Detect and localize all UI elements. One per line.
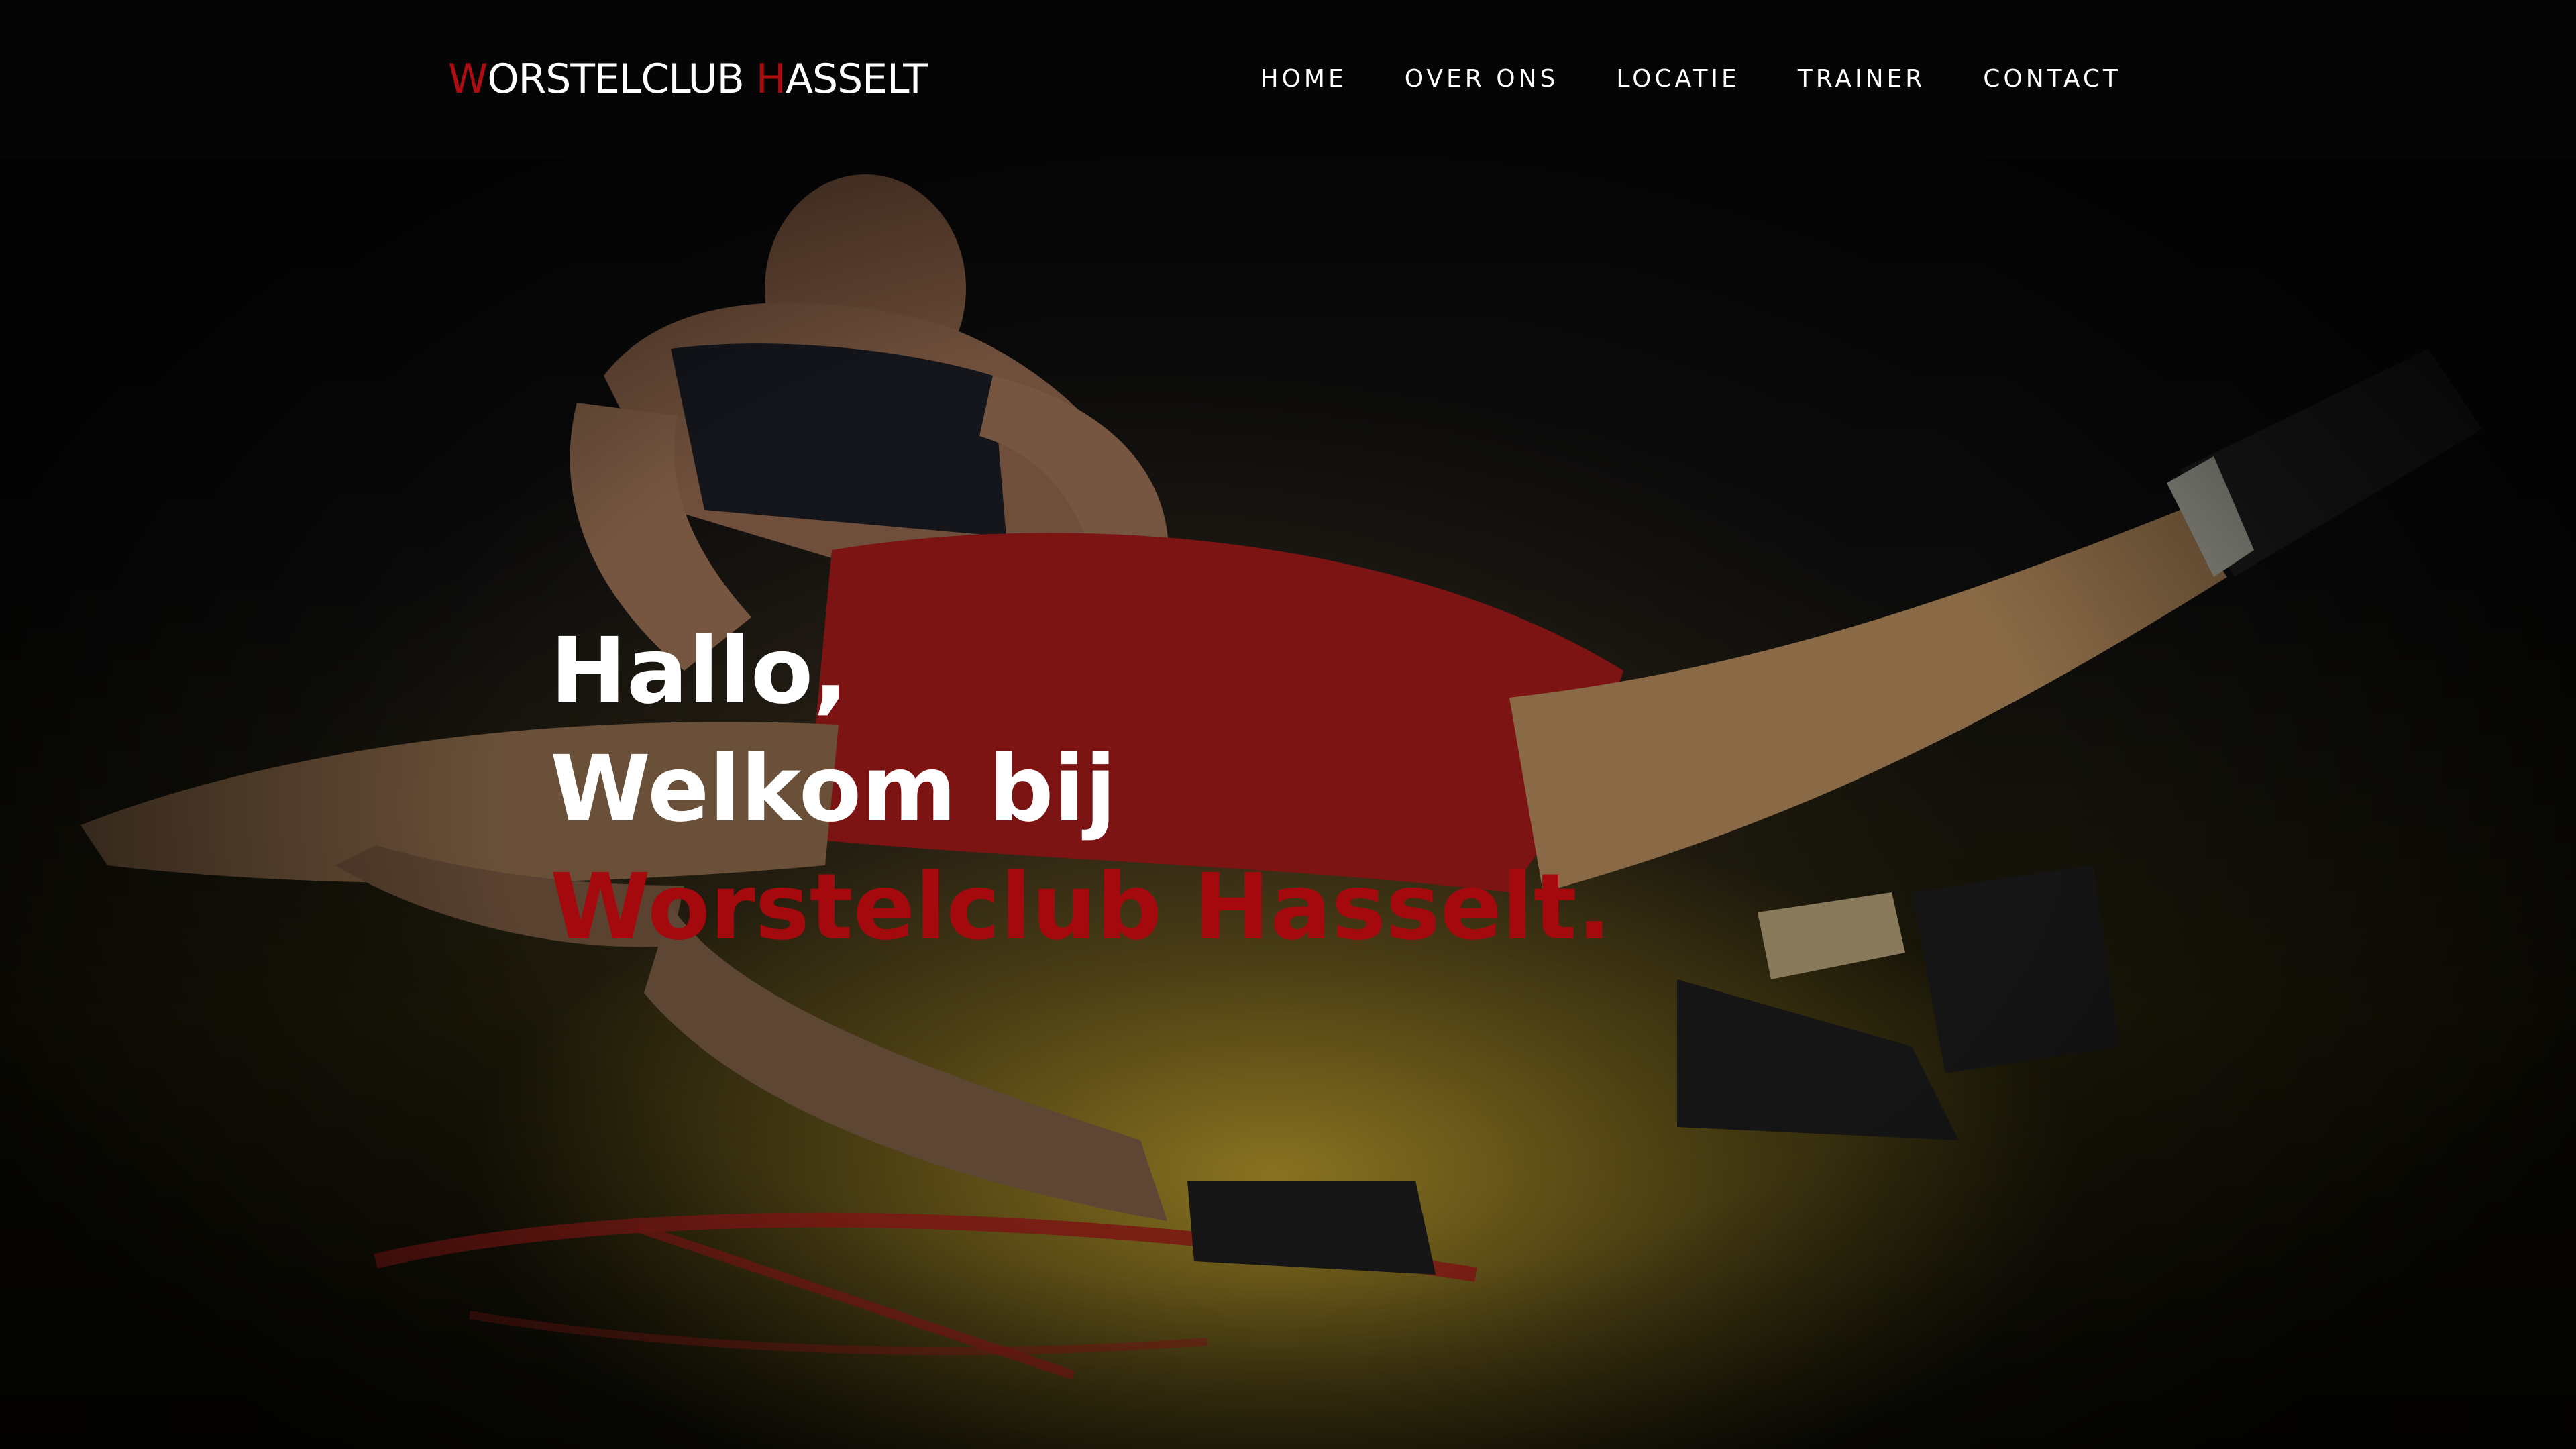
hero-line-club-name: Worstelclub Hasselt. <box>550 855 1612 961</box>
nav-link-contact[interactable]: CONTACT <box>1983 60 2121 98</box>
top-navbar: WORSTELCLUB HASSELT HOME OVER ONS LOCATI… <box>0 0 2576 158</box>
hero-headline: Hallo, Welkom bij Worstelclub Hasselt. <box>550 612 1611 967</box>
nav-link-over-ons[interactable]: OVER ONS <box>1405 60 1559 98</box>
hero-line-welcome: Welkom bij <box>550 737 1116 843</box>
logo-text-hasselt: ASSELT <box>785 56 928 103</box>
nav-link-locatie[interactable]: LOCATIE <box>1616 60 1739 98</box>
nav-link-home[interactable]: HOME <box>1260 60 1346 98</box>
logo-text-worstelclub: ORSTELCLUB <box>487 56 744 103</box>
main-nav: HOME OVER ONS LOCATIE TRAINER CONTACT <box>1260 60 2121 98</box>
hero-line-greeting: Hallo, <box>550 619 848 725</box>
logo-initial-h: H <box>755 56 786 103</box>
site-logo[interactable]: WORSTELCLUB HASSELT <box>448 52 928 106</box>
nav-link-trainer[interactable]: TRAINER <box>1798 60 1925 98</box>
logo-initial-w: W <box>448 56 488 103</box>
